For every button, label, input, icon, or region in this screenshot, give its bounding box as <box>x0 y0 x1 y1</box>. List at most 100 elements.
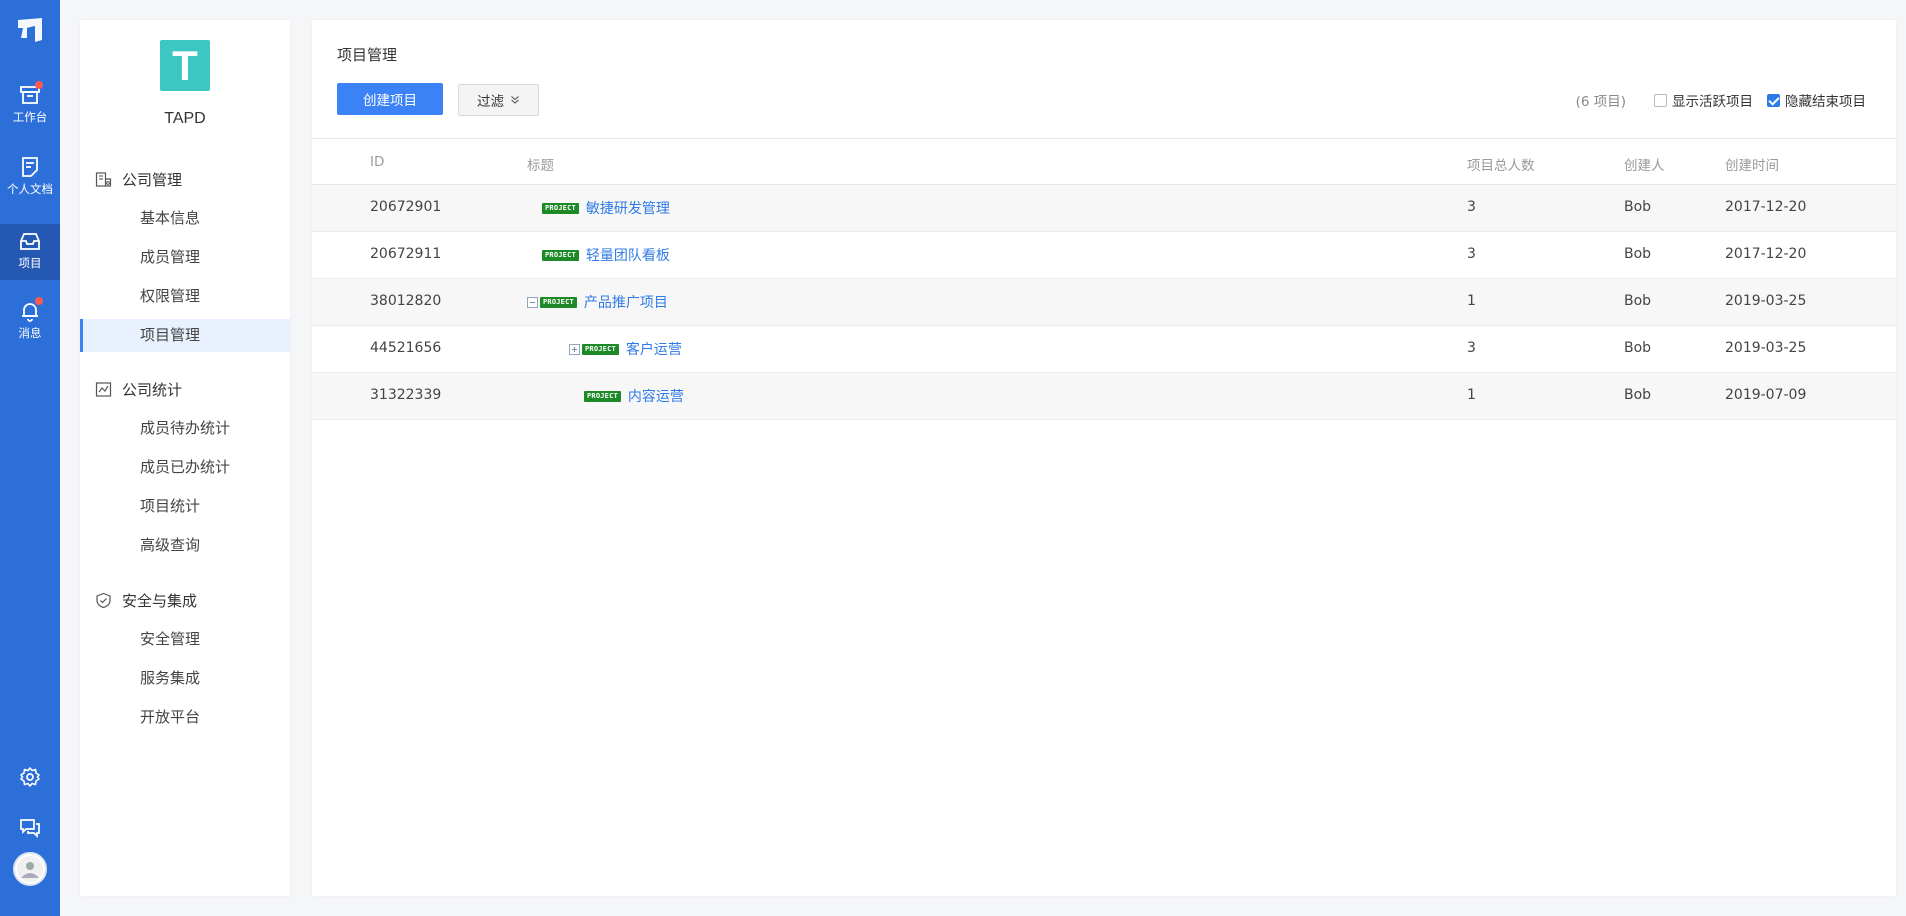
project-icon <box>20 233 40 250</box>
table-row[interactable]: 38012820 PROJECT 产品推广项目 1 Bob 2019-03-25 <box>312 279 1896 326</box>
row-created: 2017-12-20 <box>1725 246 1807 262</box>
expand-icon[interactable] <box>569 343 580 355</box>
shield-icon <box>96 592 111 608</box>
row-created: 2019-03-25 <box>1725 293 1807 309</box>
filter-button-label: 过滤 <box>477 94 504 110</box>
project-tag: PROJECT <box>582 343 619 355</box>
sidebar-item-security[interactable]: 安全管理 <box>80 623 290 656</box>
project-title-link[interactable]: 轻量团队看板 <box>586 245 670 265</box>
row-members: 3 <box>1467 246 1476 262</box>
row-creator: Bob <box>1624 387 1652 403</box>
column-header-title[interactable]: 标题 <box>527 154 554 174</box>
project-title-link[interactable]: 内容运营 <box>628 386 684 406</box>
row-members: 1 <box>1467 293 1476 309</box>
avatar-image-icon <box>17 856 43 882</box>
table-row[interactable]: 20672911 PROJECT 轻量团队看板 3 Bob 2017-12-20 <box>312 232 1896 279</box>
settings-sidebar: T TAPD 公司管理 基本信息 成员管理 权限管理 项目管理 公司统计 成员待… <box>80 20 290 896</box>
company-logo: T <box>160 40 210 91</box>
checkbox-label: 隐藏结束项目 <box>1785 94 1866 110</box>
row-creator: Bob <box>1624 293 1652 309</box>
row-id: 44521656 <box>370 340 442 356</box>
checkbox-box[interactable] <box>1654 93 1667 107</box>
row-title-cell: PROJECT 产品推广项目 <box>527 292 668 312</box>
sidebar-item-members[interactable]: 成员管理 <box>80 241 290 274</box>
column-header-creator[interactable]: 创建人 <box>1624 154 1665 174</box>
sidebar-item-permissions[interactable]: 权限管理 <box>80 280 290 313</box>
project-tag: PROJECT <box>584 390 621 402</box>
column-header-members[interactable]: 项目总人数 <box>1467 154 1535 174</box>
list-options: (6 项目) 显示活跃项目 隐藏结束项目 <box>1576 90 1866 110</box>
project-title-link[interactable]: 敏捷研发管理 <box>586 198 670 218</box>
chat-icon <box>20 819 40 838</box>
group-title-label: 公司管理 <box>122 170 183 189</box>
app-rail: 工作台 个人文档 项目 消息 <box>0 0 60 916</box>
company-name: TAPD <box>164 110 206 127</box>
sidebar-item-basic-info[interactable]: 基本信息 <box>80 202 290 235</box>
sidebar-item-open-platform[interactable]: 开放平台 <box>80 701 290 734</box>
row-title-cell: PROJECT 轻量团队看板 <box>542 245 670 265</box>
rail-item-documents[interactable]: 个人文档 <box>0 150 60 206</box>
project-tag: PROJECT <box>540 296 577 308</box>
app-logo-icon[interactable] <box>15 16 45 44</box>
notification-dot <box>35 297 43 305</box>
project-title-link[interactable]: 产品推广项目 <box>584 292 668 312</box>
project-title-link[interactable]: 客户运营 <box>626 339 682 359</box>
row-created: 2017-12-20 <box>1725 199 1807 215</box>
document-icon <box>22 157 38 177</box>
row-creator: Bob <box>1624 246 1652 262</box>
row-members: 3 <box>1467 199 1476 215</box>
row-created: 2019-07-09 <box>1725 387 1807 403</box>
company-icon <box>95 171 112 187</box>
group-title-label: 安全与集成 <box>122 591 198 610</box>
group-company-statistics: 公司统计 <box>95 378 182 400</box>
row-creator: Bob <box>1624 340 1652 356</box>
rail-item-workbench[interactable]: 工作台 <box>0 78 60 134</box>
row-members: 3 <box>1467 340 1476 356</box>
column-header-created[interactable]: 创建时间 <box>1725 154 1779 174</box>
sidebar-item-service-integration[interactable]: 服务集成 <box>80 662 290 695</box>
column-header-id[interactable]: ID <box>370 154 384 170</box>
table-header: ID 标题 项目总人数 创建人 创建时间 <box>312 138 1896 185</box>
sidebar-item-done-stats[interactable]: 成员已办统计 <box>80 451 290 484</box>
table-row[interactable]: 31322339 PROJECT 内容运营 1 Bob 2019-07-09 <box>312 373 1896 420</box>
rail-item-label: 项目 <box>18 256 42 270</box>
avatar[interactable] <box>13 852 47 886</box>
sidebar-item-advanced-query[interactable]: 高级查询 <box>80 529 290 562</box>
sidebar-item-todo-stats[interactable]: 成员待办统计 <box>80 412 290 445</box>
show-active-checkbox[interactable]: 显示活跃项目 <box>1654 90 1753 110</box>
row-title-cell: PROJECT 客户运营 <box>569 339 682 359</box>
create-project-button[interactable]: 创建项目 <box>337 83 443 115</box>
chat-button[interactable] <box>0 810 60 846</box>
table-row[interactable]: 20672901 PROJECT 敏捷研发管理 3 Bob 2017-12-20 <box>312 185 1896 232</box>
row-title-cell: PROJECT 敏捷研发管理 <box>542 198 670 218</box>
hide-closed-checkbox[interactable]: 隐藏结束项目 <box>1767 90 1866 110</box>
project-tag: PROJECT <box>542 249 579 261</box>
chart-icon <box>95 381 112 397</box>
rail-item-label: 个人文档 <box>7 182 53 196</box>
row-created: 2019-03-25 <box>1725 340 1807 356</box>
gear-icon <box>20 767 40 787</box>
sidebar-item-project-stats[interactable]: 项目统计 <box>80 490 290 523</box>
table-row[interactable]: 44521656 PROJECT 客户运营 3 Bob 2019-03-25 <box>312 326 1896 373</box>
checkbox-box-checked[interactable] <box>1767 93 1780 107</box>
row-id: 38012820 <box>370 293 442 309</box>
sidebar-item-project-management[interactable]: 项目管理 <box>80 319 290 352</box>
project-tag: PROJECT <box>542 202 579 214</box>
row-id: 31322339 <box>370 387 442 403</box>
settings-button[interactable] <box>0 760 60 796</box>
main-panel: 项目管理 创建项目 过滤 (6 项目) 显示活跃项目 隐藏结束项目 ID 标题 … <box>312 20 1896 896</box>
notification-dot <box>35 81 43 89</box>
rail-item-messages[interactable]: 消息 <box>0 294 60 350</box>
page-title: 项目管理 <box>337 46 398 64</box>
filter-button[interactable]: 过滤 <box>458 84 539 116</box>
row-title-cell: PROJECT 内容运营 <box>584 386 684 406</box>
chevron-double-down-icon <box>511 96 519 104</box>
row-id: 20672911 <box>370 246 442 262</box>
collapse-icon[interactable] <box>527 296 538 308</box>
rail-item-label: 工作台 <box>12 110 48 124</box>
group-title-label: 公司统计 <box>122 380 183 399</box>
group-security-integration: 安全与集成 <box>95 589 197 611</box>
group-company-management: 公司管理 <box>95 168 182 190</box>
row-creator: Bob <box>1624 199 1652 215</box>
rail-item-projects[interactable]: 项目 <box>0 224 60 280</box>
